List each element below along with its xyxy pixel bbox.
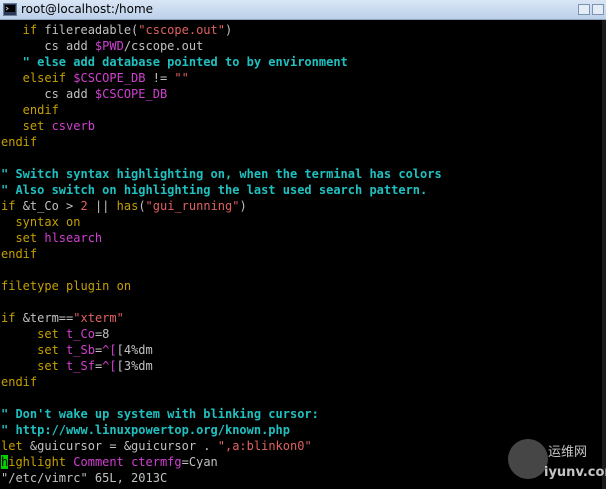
- vim-buffer[interactable]: if filereadable("cscope.out") cs add $PW…: [0, 20, 606, 489]
- code-token: 2: [80, 199, 88, 213]
- code-token: t_Sf: [66, 359, 95, 373]
- editor-line: " Also switch on highlighting the last u…: [1, 182, 427, 198]
- code-token: t_Sb: [66, 343, 95, 357]
- code-token: " Also switch on highlighting the last u…: [1, 183, 428, 197]
- title-bar[interactable]: root@localhost:/home: [0, 0, 606, 20]
- code-token: if: [1, 23, 45, 37]
- editor-line: if &term=="xterm": [1, 310, 124, 326]
- code-token: endif: [1, 135, 38, 149]
- code-token: "cscope.out": [138, 23, 225, 37]
- code-token: "": [174, 71, 189, 85]
- code-token: cs add: [1, 87, 95, 101]
- editor-line: let &guicursor = &guicursor . ",a:blinko…: [1, 438, 312, 454]
- code-token: plugin on: [66, 279, 132, 293]
- code-token: set: [1, 119, 52, 133]
- editor-line: endif: [1, 134, 37, 150]
- editor-line: set hlsearch: [1, 230, 102, 246]
- code-token: $PWD: [94, 39, 124, 53]
- editor-line: filetype plugin on: [1, 278, 131, 294]
- code-token: t_Co: [66, 327, 95, 341]
- code-token: on: [66, 215, 81, 229]
- editor-line: syntax on: [1, 214, 80, 230]
- code-token: (: [138, 199, 146, 213]
- code-token: cs add: [1, 39, 95, 53]
- code-token: if: [1, 311, 23, 325]
- editor-line: set t_Co=8: [1, 326, 109, 342]
- editor-line: " else add database pointed to by enviro…: [1, 54, 348, 70]
- window-title: root@localhost:/home: [21, 2, 154, 16]
- code-token: has: [116, 199, 139, 213]
- editor-line: endif: [1, 246, 37, 262]
- code-token: filereadable(: [44, 23, 139, 37]
- editor-line: if filereadable("cscope.out"): [1, 22, 233, 38]
- code-token: ): [224, 23, 233, 37]
- editor-line: set t_Sf=^[[3%dm: [1, 358, 153, 374]
- code-token: =Cyan: [181, 455, 218, 469]
- code-token: "xterm": [73, 311, 124, 325]
- code-token: ",a:blinkon0": [217, 439, 312, 453]
- code-token: set: [1, 359, 67, 373]
- code-token: &t_Co >: [22, 199, 81, 213]
- code-token: hlsearch: [44, 231, 103, 245]
- code-token: elseif: [1, 71, 74, 85]
- watermark-logo: 运维网 iyunv.com: [508, 429, 606, 485]
- editor-line: set t_Sb=^[[4%dm: [1, 342, 153, 358]
- code-token: /cscope.out: [123, 39, 204, 53]
- code-token: =8: [94, 327, 110, 341]
- editor-line: set csverb: [1, 118, 95, 134]
- terminal-icon: [3, 3, 17, 16]
- code-token: [3%dm: [116, 359, 153, 373]
- code-token: endif: [1, 103, 59, 117]
- code-token: " Don't wake up system with blinking cur…: [1, 407, 319, 421]
- code-token: "gui_running": [145, 199, 240, 213]
- editor-line: highlight Comment ctermfg=Cyan: [1, 454, 218, 470]
- editor-line: endif: [1, 102, 59, 118]
- code-token: $CSCOPE_DB: [94, 87, 168, 101]
- code-token: endif: [1, 375, 38, 389]
- code-token: endif: [1, 247, 38, 261]
- code-token: " else add database pointed to by enviro…: [1, 55, 348, 69]
- code-token: &guicursor = &guicursor .: [29, 439, 218, 453]
- code-token: " http://www.linuxpowertop.org/known.php: [1, 423, 290, 437]
- terminal-window: root@localhost:/home if filereadable("cs…: [0, 0, 606, 489]
- code-token: set: [1, 343, 67, 357]
- editor-line: "/etc/vimrc" 65L, 2013C: [1, 470, 167, 486]
- watermark-cn: 运维网: [548, 445, 588, 460]
- scrollbar[interactable]: [602, 20, 606, 489]
- maximize-button[interactable]: [592, 4, 604, 15]
- editor-line: " Don't wake up system with blinking cur…: [1, 406, 319, 422]
- editor-line: cs add $CSCOPE_DB: [1, 86, 167, 102]
- code-token: syntax: [1, 215, 67, 229]
- code-token: ): [239, 199, 247, 213]
- code-token: ctermfg: [131, 455, 182, 469]
- code-token: ^[: [102, 343, 117, 357]
- watermark-en: iyunv.com: [544, 465, 606, 480]
- editor-line: " Switch syntax highlighting on, when th…: [1, 166, 442, 182]
- editor-line: cs add $PWD/cscope.out: [1, 38, 203, 54]
- code-token: "/etc/vimrc" 65L, 2013C: [1, 471, 168, 485]
- code-token: " Switch syntax highlighting on, when th…: [1, 167, 442, 181]
- code-token: set: [1, 327, 67, 341]
- code-token: $CSCOPE_DB: [73, 71, 146, 85]
- code-token: !=: [145, 71, 175, 85]
- code-token: ||: [87, 199, 117, 213]
- code-token: set: [1, 231, 45, 245]
- editor-line: endif: [1, 374, 37, 390]
- code-token: [4%dm: [116, 343, 153, 357]
- code-token: ^[: [102, 359, 117, 373]
- code-token: &term==: [22, 311, 74, 325]
- logo-icon: [508, 439, 548, 479]
- editor-line: elseif $CSCOPE_DB != "": [1, 70, 189, 86]
- minimize-button[interactable]: [578, 4, 590, 15]
- editor-line: if &t_Co > 2 || has("gui_running"): [1, 198, 247, 214]
- code-token: let: [1, 439, 30, 453]
- code-token: Comment: [73, 455, 132, 469]
- editor-line: " http://www.linuxpowertop.org/known.php: [1, 422, 290, 438]
- code-token: csverb: [51, 119, 95, 133]
- code-token: ighlight: [8, 455, 74, 469]
- code-token: filetype: [1, 279, 67, 293]
- code-token: if: [1, 199, 23, 213]
